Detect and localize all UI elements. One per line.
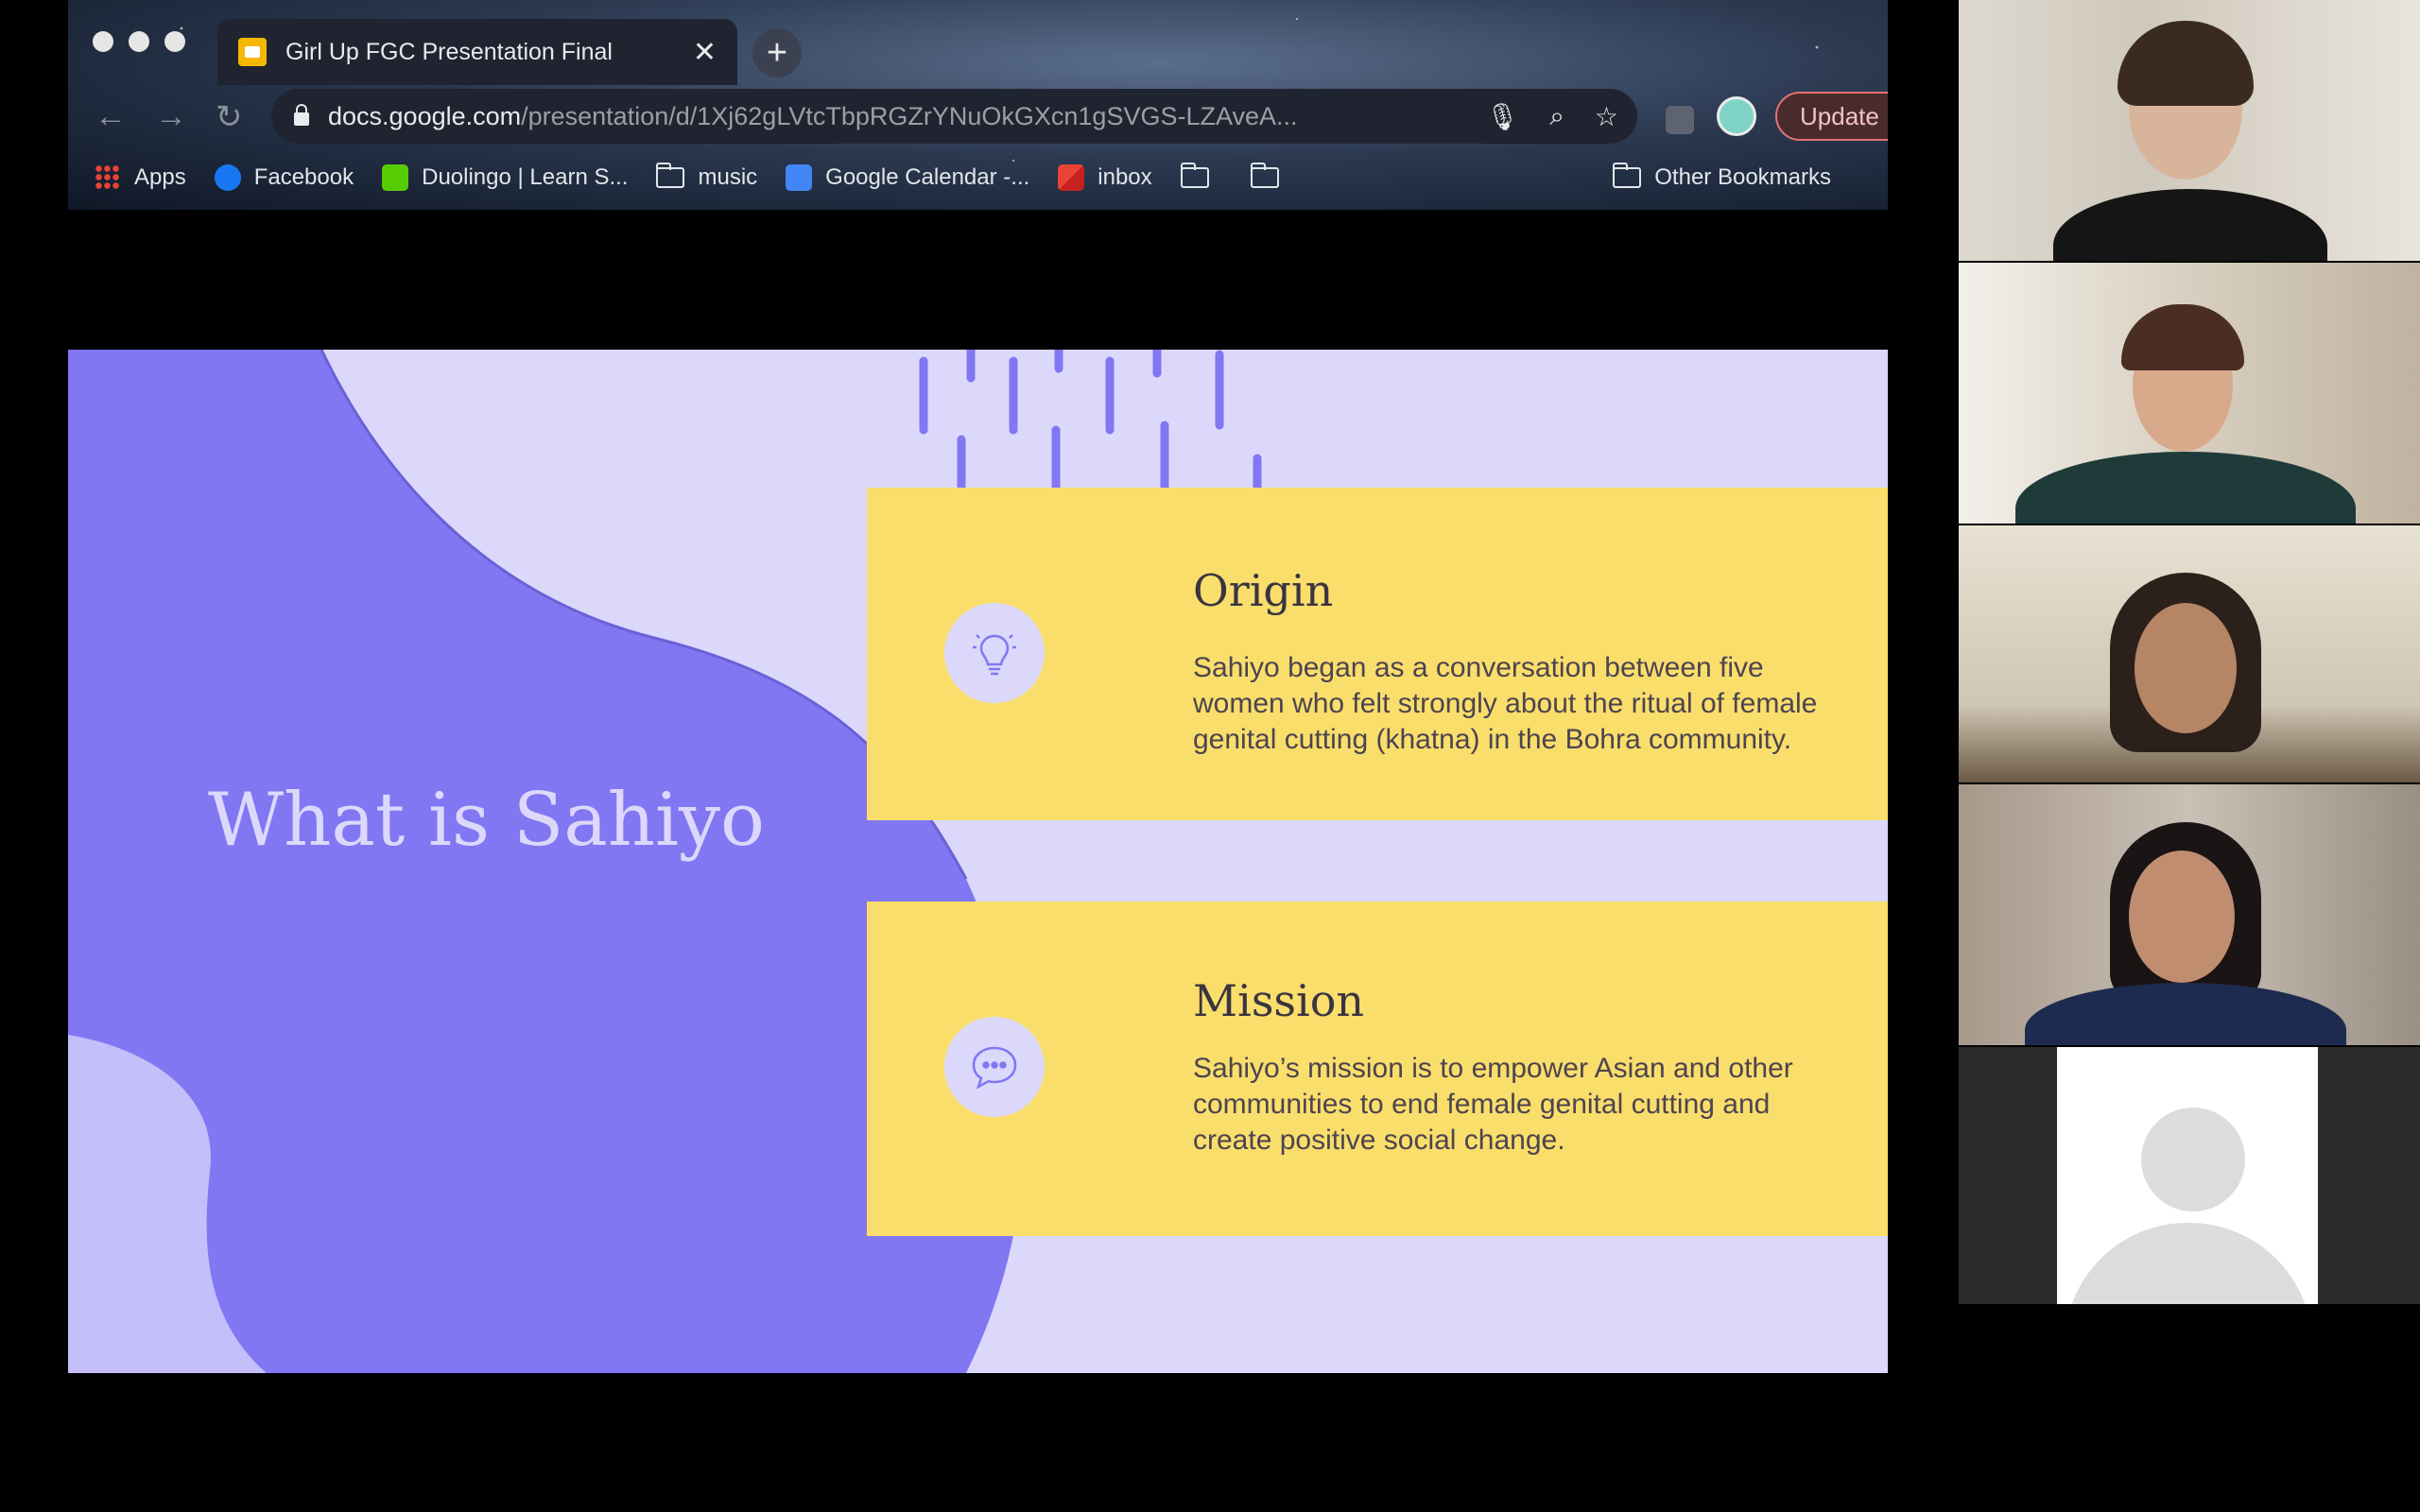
bookmark-duolingo[interactable]: Duolingo | Learn S... xyxy=(382,164,628,191)
zoom-window-button[interactable] xyxy=(164,31,185,52)
presentation-slide: What is Sahiyo Origin Sahiyo began as a … xyxy=(68,350,1888,1373)
browser-toolbar: ← → ↻ docs.google.com/presentation/d/1Xj… xyxy=(68,83,1888,149)
browser-window: Girl Up FGC Presentation Final ✕ + ← → ↻… xyxy=(68,0,1888,210)
origin-heading: Origin xyxy=(1193,565,1334,616)
gmail-icon xyxy=(1058,164,1085,191)
avatar-head-icon xyxy=(2141,1108,2245,1211)
calendar-icon xyxy=(786,164,813,191)
other-bookmarks[interactable]: Other Bookmarks xyxy=(1613,163,1831,191)
address-bar[interactable]: docs.google.com/presentation/d/1Xj62gLVt… xyxy=(271,89,1637,144)
reload-icon[interactable]: ↻ xyxy=(216,98,243,136)
lightbulb-icon xyxy=(944,603,1045,703)
dash-decoration xyxy=(919,350,1262,496)
avatar-placeholder xyxy=(2057,1047,2318,1304)
google-slides-icon xyxy=(238,38,267,66)
bookmark-folder-blurred-2[interactable] xyxy=(1250,163,1292,188)
participant-body xyxy=(2015,452,2356,524)
mission-body: Sahiyo’s mission is to empower Asian and… xyxy=(1193,1053,1793,1156)
zoom-icon[interactable]: ⌕ xyxy=(1549,101,1564,132)
participant-video-3[interactable] xyxy=(1959,525,2420,782)
origin-card: Origin Sahiyo began as a conversation be… xyxy=(867,488,1888,820)
participant-video-4[interactable] xyxy=(1959,784,2420,1045)
back-arrow-icon[interactable]: ← xyxy=(95,98,127,135)
update-button[interactable]: Update⋮ xyxy=(1775,92,1888,141)
mission-heading: Mission xyxy=(1193,975,1365,1026)
apps-grid-icon xyxy=(95,164,121,191)
chat-bubble-icon xyxy=(944,1017,1045,1117)
participant-video-1[interactable] xyxy=(1959,0,2420,261)
participant-video-2[interactable] xyxy=(1959,263,2420,524)
close-window-button[interactable] xyxy=(93,31,113,52)
bookmark-facebook[interactable]: Facebook xyxy=(214,164,354,191)
participant-face-front xyxy=(2135,603,2237,733)
bookmark-star-icon[interactable]: ☆ xyxy=(1595,101,1618,132)
bookmark-google-calendar[interactable]: Google Calendar -... xyxy=(786,164,1029,191)
tab-title: Girl Up FGC Presentation Final xyxy=(285,38,613,65)
bookmark-folder-blurred[interactable] xyxy=(1180,163,1222,188)
participant-face xyxy=(2129,850,2235,983)
forward-arrow-icon[interactable]: → xyxy=(155,98,187,135)
microphone-icon[interactable]: 🎙︎ xyxy=(1486,101,1520,132)
mission-card: Mission Sahiyo’s mission is to empower A… xyxy=(867,902,1888,1236)
folder-icon xyxy=(656,163,685,188)
duolingo-icon xyxy=(382,164,409,191)
bookmark-music[interactable]: music xyxy=(656,163,757,191)
close-tab-icon[interactable]: ✕ xyxy=(693,36,717,69)
lock-icon xyxy=(294,104,309,126)
folder-icon xyxy=(1250,163,1279,188)
profile-avatar[interactable] xyxy=(1717,96,1756,136)
minimize-window-button[interactable] xyxy=(129,31,149,52)
bookmarks-bar: Apps Facebook Duolingo | Learn S... musi… xyxy=(68,151,1888,204)
facebook-icon xyxy=(214,164,241,191)
participant-hair xyxy=(2121,304,2244,370)
avatar-body-icon xyxy=(2065,1223,2312,1304)
participant-body xyxy=(2025,983,2346,1045)
origin-body: Sahiyo began as a conversation between f… xyxy=(1193,652,1818,755)
slide-title: What is Sahiyo xyxy=(208,778,765,863)
folder-icon xyxy=(1180,163,1209,188)
bookmark-inbox[interactable]: inbox xyxy=(1058,164,1152,191)
folder-icon xyxy=(1613,163,1642,188)
participant-video-5-no-camera[interactable] xyxy=(1959,1047,2420,1304)
extension-icon[interactable] xyxy=(1666,106,1694,134)
tab-active[interactable]: Girl Up FGC Presentation Final ✕ xyxy=(217,19,737,85)
url-text: docs.google.com/presentation/d/1Xj62gLVt… xyxy=(328,101,1298,130)
participant-hair xyxy=(2118,21,2254,106)
participant-body xyxy=(2053,189,2327,261)
new-tab-button[interactable]: + xyxy=(752,28,802,77)
bookmark-apps[interactable]: Apps xyxy=(95,164,186,191)
